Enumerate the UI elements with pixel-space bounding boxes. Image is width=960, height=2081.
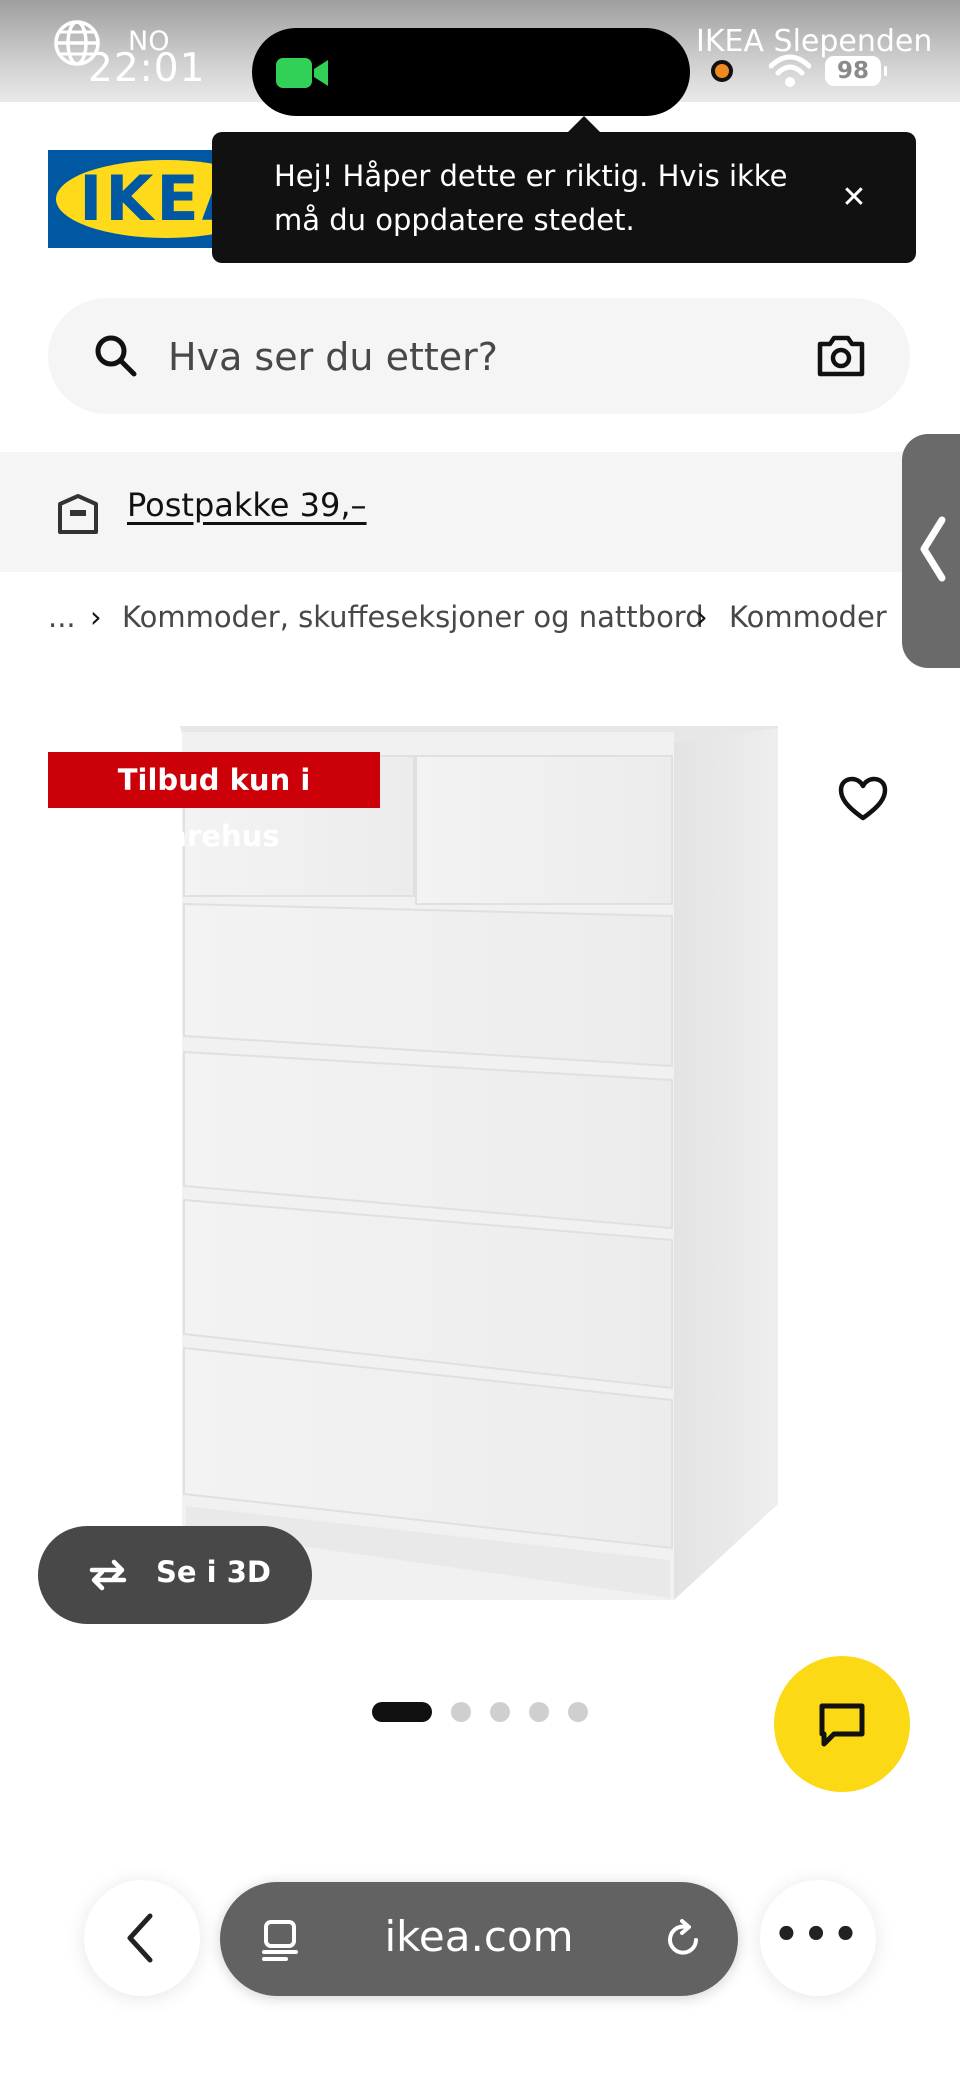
search-input[interactable] <box>166 322 730 392</box>
carousel-dot-active[interactable] <box>372 1702 432 1722</box>
facetime-camera-icon <box>276 58 328 88</box>
product-image[interactable] <box>0 700 960 1650</box>
chat-button[interactable] <box>774 1656 910 1792</box>
browser-back-button[interactable] <box>84 1880 200 1996</box>
camera-search-icon[interactable] <box>816 334 866 378</box>
search-icon <box>95 335 137 377</box>
breadcrumb-item-ellipsis[interactable]: ... <box>48 600 76 634</box>
reload-icon[interactable] <box>664 1918 704 1962</box>
search-bar[interactable] <box>48 298 910 414</box>
shipping-banner: Postpakke 39,– <box>0 452 960 572</box>
offer-badge: Tilbud kun i varehus <box>48 752 380 853</box>
status-carrier: IKEA Slependen <box>696 24 933 59</box>
carousel-dot[interactable] <box>529 1702 549 1722</box>
more-dots-icon: ••• <box>773 1912 863 1958</box>
battery-tip <box>884 66 887 76</box>
breadcrumb-separator: › <box>696 600 708 634</box>
browser-more-button[interactable]: ••• <box>760 1880 876 1996</box>
toast-close-button[interactable]: ✕ <box>832 176 876 220</box>
url-text: ikea.com <box>384 1912 574 1961</box>
wifi-icon <box>769 54 811 87</box>
breadcrumb-item-category[interactable]: Kommoder, skuffeseksjoner og nattbord <box>122 600 704 634</box>
toast-message: Hej! Håper dette er riktig. Hvis ikke må… <box>274 159 788 237</box>
address-bar[interactable]: ikea.com <box>220 1882 738 1996</box>
chevron-left-icon <box>920 516 946 582</box>
side-panel-toggle[interactable] <box>902 434 960 668</box>
breadcrumb-separator: › <box>90 600 102 634</box>
rotate-3d-icon <box>89 1559 127 1591</box>
parcel-icon <box>58 494 98 534</box>
chevron-left-icon <box>127 1913 153 1963</box>
chat-bubble-icon <box>819 1703 865 1747</box>
breadcrumb: ... › Kommoder, skuffeseksjoner og nattb… <box>48 600 908 644</box>
carousel-dot[interactable] <box>490 1702 510 1722</box>
shipping-link[interactable]: Postpakke 39,– <box>127 486 367 524</box>
status-time: 22:01 <box>88 46 206 91</box>
favorite-heart-icon[interactable] <box>838 776 888 822</box>
carousel-dot[interactable] <box>451 1702 471 1722</box>
battery-icon: 98 <box>825 56 881 86</box>
recording-indicator-icon <box>711 60 733 82</box>
carousel-dot[interactable] <box>568 1702 588 1722</box>
location-toast: Hej! Håper dette er riktig. Hvis ikke må… <box>212 132 916 263</box>
view-3d-label: Se i 3D <box>156 1555 271 1589</box>
breadcrumb-item-current[interactable]: Kommoder <box>729 600 887 634</box>
view-3d-button[interactable]: Se i 3D <box>38 1526 312 1624</box>
